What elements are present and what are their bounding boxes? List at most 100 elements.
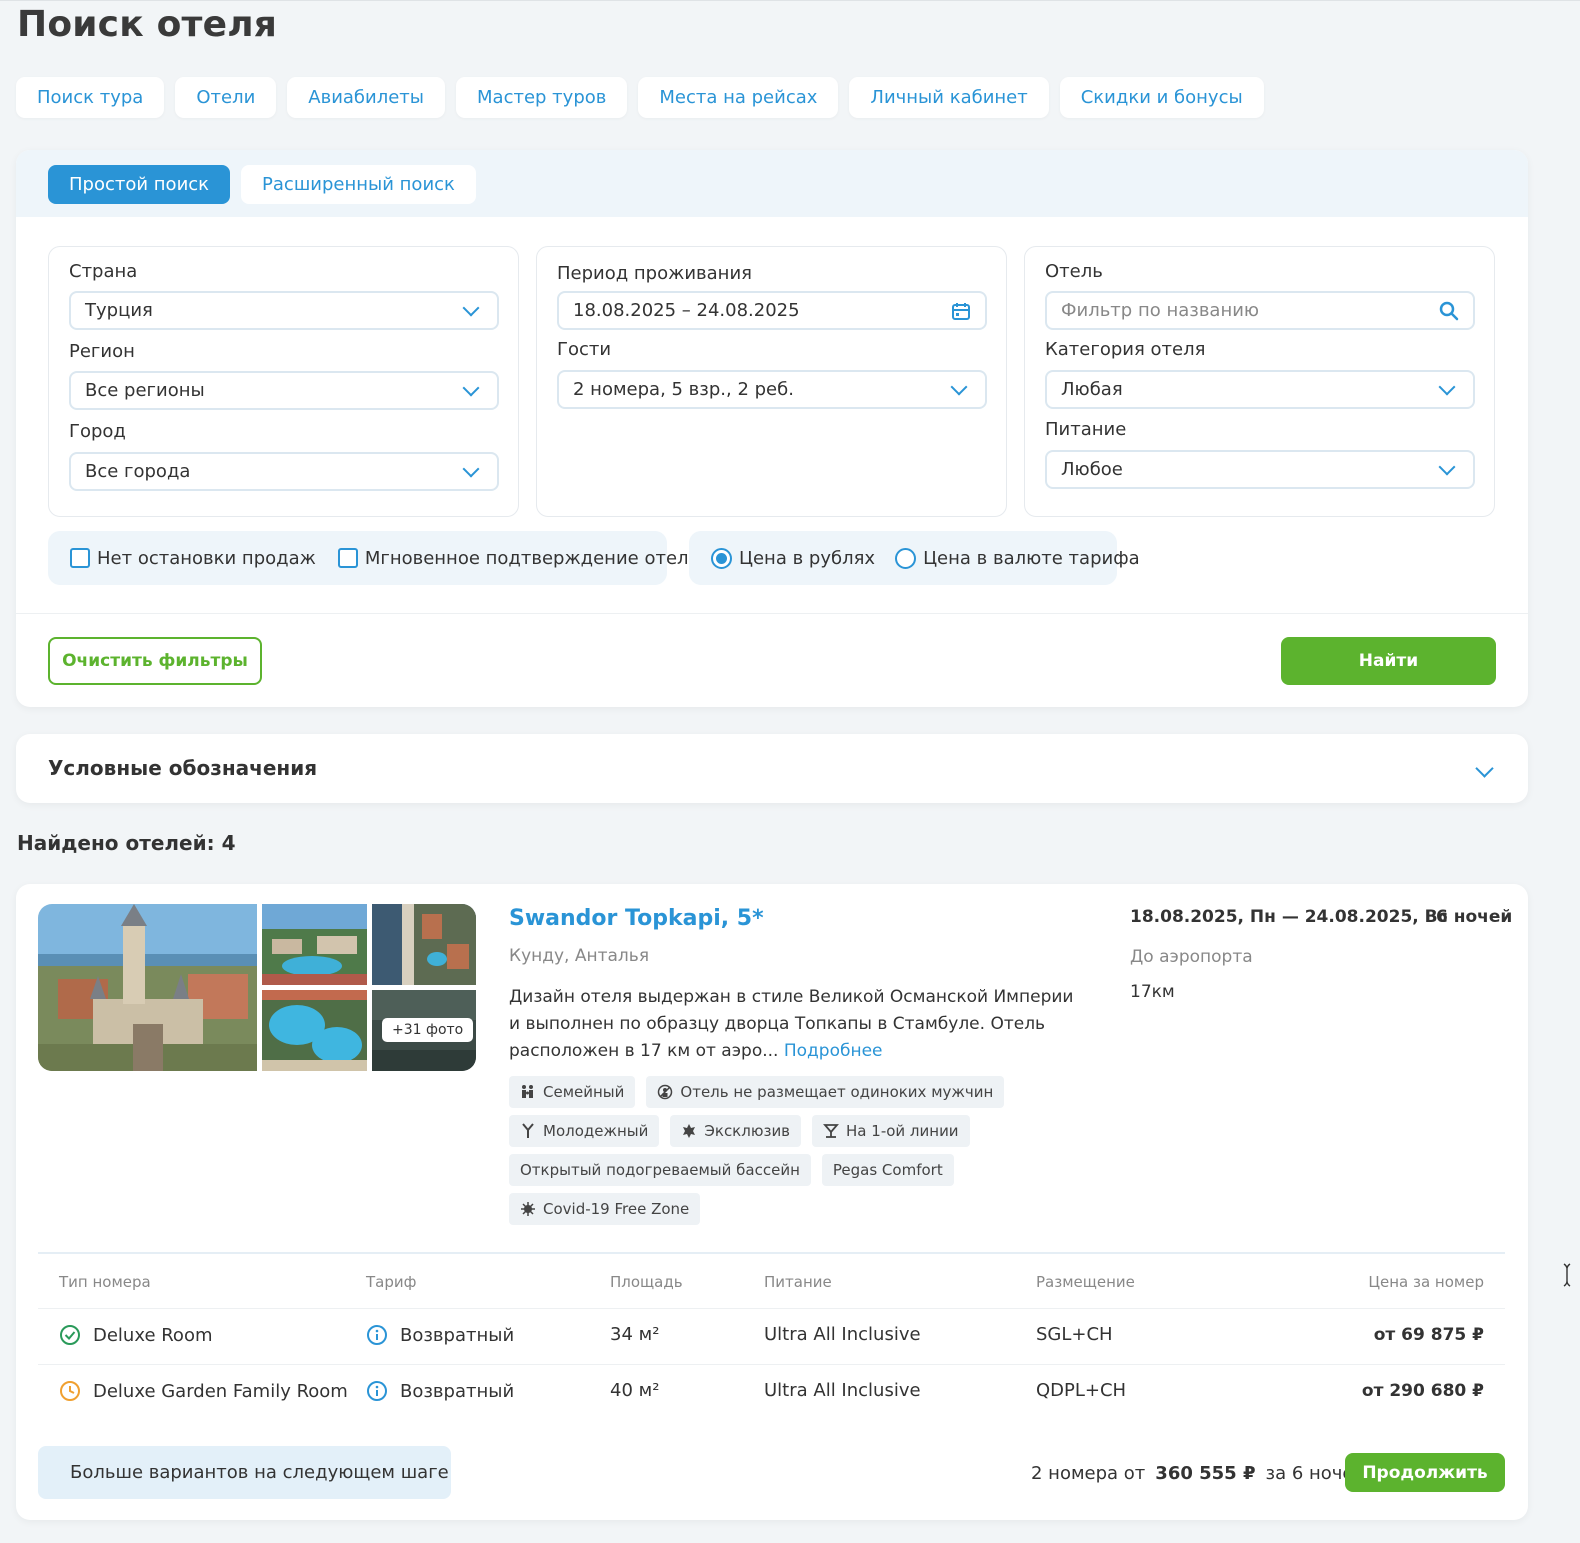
hotel-photo-main[interactable] <box>38 904 257 1071</box>
city-select[interactable]: Все города <box>69 452 499 491</box>
hotel-tags: Семейный Отель не размещает одиноких муж… <box>509 1076 1009 1232</box>
region-label: Регион <box>69 341 135 362</box>
find-button[interactable]: Найти <box>1281 637 1496 685</box>
more-options-text: Больше вариантов на следующем шаге <box>70 1462 449 1483</box>
col-header-tariff: Тариф <box>366 1273 417 1291</box>
hotel-gallery[interactable]: +31 фото <box>38 904 476 1071</box>
radio-label: Цена в валюте тарифа <box>923 547 1140 569</box>
col-header-room-type: Тип номера <box>59 1273 151 1291</box>
placement-cell: SGL+CH <box>1036 1324 1113 1345</box>
radio-selected[interactable] <box>711 547 732 569</box>
nights-count: 6 ночей <box>1436 907 1513 927</box>
tag-label: Covid-19 Free Zone <box>543 1200 690 1218</box>
country-select[interactable]: Турция <box>69 291 499 330</box>
radio-price-rub[interactable]: Цена в рублях <box>711 547 875 569</box>
chevron-down-icon <box>1438 378 1456 395</box>
category-select[interactable]: Любая <box>1045 370 1475 409</box>
guests-select[interactable]: 2 номера, 5 взр., 2 реб. <box>557 370 987 409</box>
meal-value: Любое <box>1061 459 1123 480</box>
checkbox-instant-confirm[interactable]: Мгновенное подтверждение отеля <box>337 547 700 569</box>
tag-label: Семейный <box>543 1083 625 1101</box>
checkbox-no-stop-sale[interactable]: Нет остановки продаж <box>70 548 316 569</box>
legend-title: Условные обозначения <box>48 756 318 780</box>
nav-tab-tour-search[interactable]: Поиск тура <box>16 77 165 118</box>
region-select[interactable]: Все регионы <box>69 371 499 410</box>
tariff-cell: Возвратный <box>366 1380 514 1402</box>
search-card: Простой поиск Расширенный поиск Страна Т… <box>16 150 1528 707</box>
period-input[interactable]: 18.08.2025 – 24.08.2025 <box>557 291 987 330</box>
check-circle-icon <box>60 1325 80 1345</box>
search-icon[interactable] <box>1439 301 1459 321</box>
hotel-filter-input[interactable]: Фильтр по названию <box>1045 291 1475 330</box>
placement-cell: QDPL+CH <box>1036 1380 1127 1401</box>
checkbox-box[interactable] <box>70 548 90 568</box>
total-price-value: 360 555 ₽ <box>1155 1463 1256 1484</box>
divider <box>16 613 1528 614</box>
nav-tab-account[interactable]: Личный кабинет <box>849 77 1049 118</box>
top-border <box>0 0 1580 1</box>
nav-tab-flight-seats[interactable]: Места на рейсах <box>638 77 839 118</box>
total-prefix: 2 номера от <box>1031 1463 1146 1484</box>
tag-label: Молодежный <box>543 1122 649 1140</box>
tag-label: Эксклюзив <box>704 1122 791 1140</box>
tab-simple-search[interactable]: Простой поиск <box>48 165 231 204</box>
hotel-photo[interactable] <box>262 904 367 985</box>
col-header-area: Площадь <box>610 1273 683 1291</box>
room-name: Deluxe Room <box>93 1324 213 1346</box>
period-value: 18.08.2025 – 24.08.2025 <box>573 300 800 321</box>
col-header-placement: Размещение <box>1036 1273 1135 1291</box>
hotel-name-link[interactable]: Swandor Topkapi, 5* <box>509 906 764 931</box>
tag-covid-free: Covid-19 Free Zone <box>509 1193 701 1225</box>
radio-price-tariff-currency[interactable]: Цена в валюте тарифа <box>895 547 1140 569</box>
checkbox-group: Нет остановки продаж Мгновенное подтверж… <box>48 531 699 585</box>
info-icon[interactable] <box>366 1324 388 1346</box>
text-cursor-icon <box>1563 1263 1571 1287</box>
more-photos-badge[interactable]: +31 фото <box>382 1018 474 1042</box>
hotel-label: Отель <box>1045 261 1103 282</box>
checkbox-box[interactable] <box>337 548 358 568</box>
continue-button[interactable]: Продолжить <box>1345 1453 1505 1492</box>
clock-icon <box>60 1381 80 1401</box>
main-nav: Поиск тура Отели Авиабилеты Мастер туров… <box>16 77 1264 118</box>
category-value: Любая <box>1061 379 1123 400</box>
radio-unselected[interactable] <box>895 547 917 569</box>
legend-accordion[interactable]: Условные обозначения <box>16 734 1528 803</box>
tag-label: Отель не размещает одиноких мужчин <box>680 1083 994 1101</box>
nav-tab-hotels[interactable]: Отели <box>175 77 277 118</box>
more-options-note: Больше вариантов на следующем шаге <box>38 1446 451 1499</box>
guests-value: 2 номера, 5 взр., 2 реб. <box>573 379 794 400</box>
tag-label: Открытый подогреваемый бассейн <box>520 1161 800 1179</box>
tag-exclusive: Эксклюзив <box>670 1115 802 1147</box>
nav-tab-tour-master[interactable]: Мастер туров <box>456 77 628 118</box>
price-cell: от 69 875 ₽ <box>1373 1325 1484 1345</box>
more-details-link[interactable]: Подробнее <box>784 1041 883 1061</box>
period-column: Период проживания 18.08.2025 – 24.08.202… <box>536 246 1007 517</box>
col-header-meal: Питание <box>764 1273 832 1291</box>
airport-distance-value: 17км <box>1130 982 1175 1002</box>
tab-advanced-search[interactable]: Расширенный поиск <box>241 165 476 204</box>
virus-free-icon <box>521 1202 535 1216</box>
checkbox-label: Мгновенное подтверждение отеля <box>364 547 700 569</box>
hotel-filter-placeholder: Фильтр по названию <box>1061 300 1260 321</box>
col-header-price: Цена за номер <box>1368 1273 1484 1291</box>
room-type-cell: Deluxe Room <box>59 1324 213 1346</box>
chevron-down-icon[interactable] <box>1475 759 1494 778</box>
hotel-photo[interactable] <box>262 990 367 1071</box>
meal-cell: Ultra All Inclusive <box>764 1324 921 1345</box>
city-value: Все города <box>85 461 191 482</box>
area-cell: 34 м² <box>610 1324 660 1345</box>
nav-tab-discounts[interactable]: Скидки и бонусы <box>1059 77 1264 118</box>
youth-icon <box>522 1123 534 1138</box>
tag-no-single-men: Отель не размещает одиноких мужчин <box>646 1076 1005 1108</box>
tag-heated-pool: Открытый подогреваемый бассейн <box>509 1154 811 1186</box>
clear-filters-button[interactable]: Очистить фильтры <box>48 637 262 685</box>
total-price: 2 номера от 360 555 ₽ за 6 ночей <box>1031 1463 1365 1484</box>
chevron-down-icon <box>462 299 480 316</box>
page-title: Поиск отеля <box>17 4 278 45</box>
row-divider <box>38 1364 1505 1365</box>
hotel-photo[interactable] <box>372 904 476 985</box>
calendar-icon[interactable] <box>951 301 971 321</box>
nav-tab-flights[interactable]: Авиабилеты <box>287 77 446 118</box>
meal-select[interactable]: Любое <box>1045 450 1475 489</box>
info-icon[interactable] <box>366 1380 388 1402</box>
